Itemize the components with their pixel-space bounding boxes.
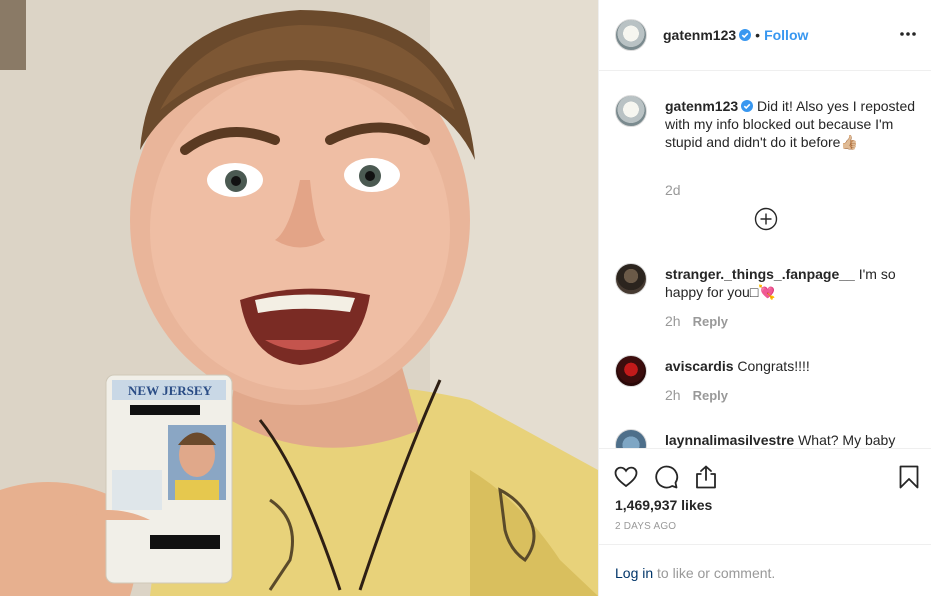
post-header: gatenm123 • Follow (599, 0, 931, 71)
separator-dot: • (755, 27, 761, 43)
post-photo: NEW JERSEY (0, 0, 598, 596)
comment-age[interactable]: 2h (665, 387, 681, 403)
comment-text: Congrats!!!! (737, 358, 810, 374)
header-line: gatenm123 • Follow (663, 27, 808, 43)
comment-username[interactable]: stranger._things_.fanpage__ (665, 266, 855, 282)
comment-text-block: aviscardis Congrats!!!! (665, 357, 915, 375)
avatar[interactable] (615, 429, 647, 448)
comment-text-block: laynnalimasilvestre What? My baby (665, 431, 915, 448)
more-options-icon[interactable] (898, 24, 918, 44)
login-suffix: to like or comment. (653, 565, 776, 581)
caption-age[interactable]: 2d (665, 182, 681, 198)
bookmark-icon[interactable] (896, 464, 922, 490)
reply-button[interactable]: Reply (693, 314, 728, 329)
selfie-image: NEW JERSEY (0, 0, 598, 596)
avatar[interactable] (615, 19, 647, 51)
comment-username[interactable]: aviscardis (665, 358, 734, 374)
avatar[interactable] (615, 95, 647, 127)
comment-age[interactable]: 2h (665, 313, 681, 329)
follow-button[interactable]: Follow (764, 27, 808, 43)
comment-item: stranger._things_.fanpage__ I'm so happy… (615, 263, 920, 333)
caption: gatenm123 Did it! Also yes I reposted wi… (615, 95, 920, 205)
share-icon[interactable] (693, 464, 719, 490)
likes-count[interactable]: 1,469,937 likes (615, 497, 712, 513)
comment-item: laynnalimasilvestre What? My baby (615, 429, 920, 448)
comment-meta: 2h Reply (665, 313, 728, 329)
caption-username[interactable]: gatenm123 (665, 98, 738, 114)
caption-text-block: gatenm123 Did it! Also yes I reposted wi… (665, 97, 915, 151)
post-side-panel: gatenm123 • Follow gatenm123 Did it! Also … (598, 0, 931, 596)
reply-button[interactable]: Reply (693, 388, 728, 403)
svg-text:NEW JERSEY: NEW JERSEY (128, 383, 213, 398)
post-actions: 1,469,937 likes 2 DAYS AGO (599, 448, 931, 544)
comment-text: What? My baby (798, 432, 896, 448)
verified-badge-icon (739, 29, 752, 41)
avatar[interactable] (615, 263, 647, 295)
comment-text-block: stranger._things_.fanpage__ I'm so happy… (665, 265, 915, 301)
comment-item: aviscardis Congrats!!!! 2h Reply (615, 355, 920, 415)
heart-icon[interactable] (613, 464, 639, 490)
owner-username[interactable]: gatenm123 (663, 27, 736, 43)
post-timestamp[interactable]: 2 DAYS AGO (615, 521, 676, 532)
comments-list[interactable]: gatenm123 Did it! Also yes I reposted wi… (599, 72, 931, 448)
comment-username[interactable]: laynnalimasilvestre (665, 432, 794, 448)
comment-meta: 2h Reply (665, 387, 728, 403)
login-link[interactable]: Log in (615, 565, 653, 581)
login-prompt: Log in to like or comment. (599, 544, 931, 596)
verified-badge-icon (741, 100, 754, 112)
avatar[interactable] (615, 355, 647, 387)
plus-circle-icon[interactable] (754, 207, 778, 231)
comment-bubble-icon[interactable] (653, 464, 679, 490)
